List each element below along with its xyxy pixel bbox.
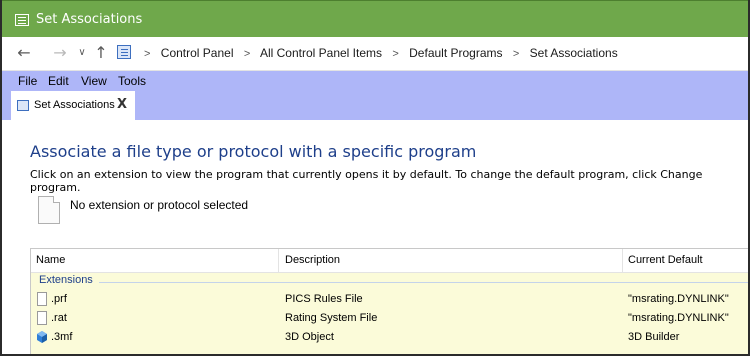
document-icon [37,311,47,325]
tab-strip: Set Associations X [2,91,748,120]
document-icon [38,196,60,224]
column-header-description[interactable]: Description [279,249,623,273]
address-bar: ← → ∨ ↑ > Control Panel > All Control Pa… [2,37,748,71]
breadcrumb-all-items[interactable]: All Control Panel Items [260,46,382,60]
column-header-name[interactable]: Name [31,249,279,273]
breadcrumb-separator-icon: > [243,48,251,60]
title-bar[interactable]: Set Associations [2,0,748,37]
breadcrumb-separator-icon: > [144,48,151,60]
row-description: 3D Object [285,331,334,343]
row-current-default: "msrating.DYNLINK" [628,293,729,305]
breadcrumb-separator-icon: > [512,48,520,60]
row-description: Rating System File [285,312,378,324]
control-panel-icon [15,14,29,26]
column-header-current-default[interactable]: Current Default [623,249,748,273]
row-name: .prf [51,293,67,305]
breadcrumb-separator-icon: > [392,48,399,60]
row-description: PICS Rules File [285,293,363,305]
list-item[interactable]: .3mf 3D Object 3D Builder [31,328,748,347]
document-icon [37,292,47,306]
tab-label: Set Associations [34,99,115,111]
back-arrow-icon[interactable]: ← [14,43,34,63]
3d-builder-icon [37,331,47,343]
set-associations-window: Set Associations ← → ∨ ↑ > Control Panel… [0,0,750,356]
row-current-default: "msrating.DYNLINK" [628,312,729,324]
list-body: Extensions .prf PICS Rules File "msratin… [31,273,748,354]
page-description: Click on an extension to view the progra… [30,168,703,194]
selected-extension-label: No extension or protocol selected [70,198,249,212]
menu-bar: File Edit View Tools [2,71,748,91]
control-panel-icon [17,100,29,111]
menu-tools[interactable]: Tools [118,74,146,88]
close-icon[interactable]: X [117,97,127,112]
window-title: Set Associations [36,12,143,27]
chevron-down-icon[interactable]: ∨ [72,43,92,63]
list-item[interactable]: .rat Rating System File "msrating.DYNLIN… [31,309,748,328]
list-header: Name Description Current Default [31,249,748,273]
breadcrumb-control-panel[interactable]: Control Panel [161,46,234,60]
breadcrumb: > Control Panel > All Control Panel Item… [137,46,618,60]
breadcrumb-set-associations[interactable]: Set Associations [530,46,618,60]
row-name: .3mf [51,331,73,343]
menu-file[interactable]: File [18,74,37,88]
row-name: .rat [51,312,67,324]
tab-set-associations[interactable]: Set Associations X [11,91,135,120]
group-divider [99,282,748,283]
menu-view[interactable]: View [81,74,107,88]
page-title: Associate a file type or protocol with a… [30,142,477,161]
row-current-default: 3D Builder [628,331,680,343]
forward-arrow-icon[interactable]: → [50,43,70,63]
control-panel-icon [117,45,131,59]
associations-list[interactable]: Name Description Current Default Extensi… [30,248,748,354]
menu-edit[interactable]: Edit [48,74,69,88]
up-arrow-icon[interactable]: ↑ [91,43,111,63]
breadcrumb-default-programs[interactable]: Default Programs [409,46,502,60]
group-header-extensions[interactable]: Extensions [39,274,93,286]
list-item[interactable]: .prf PICS Rules File "msrating.DYNLINK" [31,290,748,309]
